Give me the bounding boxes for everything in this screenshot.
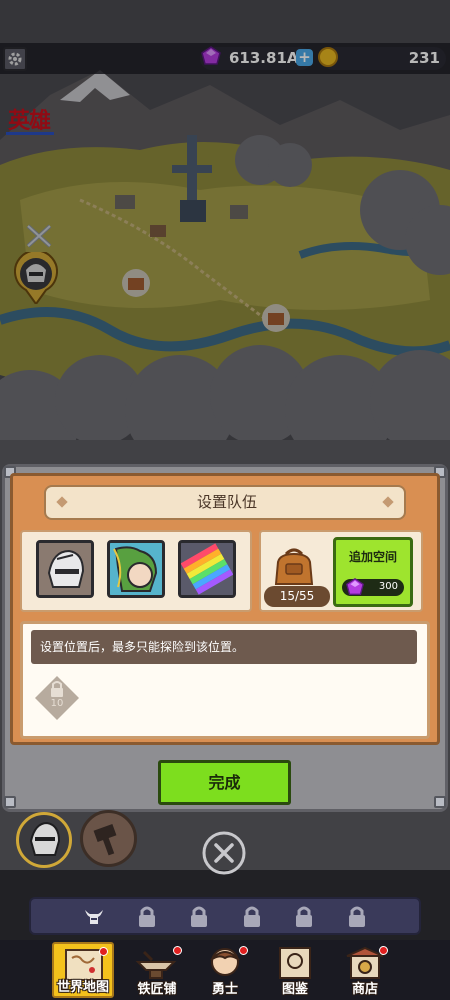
lock-icon	[296, 906, 312, 927]
hero-slot-archer[interactable]	[107, 540, 165, 598]
info-message-bar: 设置位置后，最多只能探险到该位置。	[31, 630, 417, 664]
nav-label: 世界地图	[56, 980, 109, 995]
blacksmith-icon	[135, 950, 177, 979]
gem-icon	[346, 577, 364, 595]
hammer-button[interactable]	[80, 810, 137, 867]
nav-codex[interactable]: 图鉴	[264, 942, 326, 998]
stage-slot-bar	[29, 897, 421, 935]
hammer-icon	[93, 823, 117, 856]
notification-badge	[239, 946, 248, 955]
add-space-cost: 300	[342, 577, 404, 596]
knight-portrait-icon	[29, 821, 61, 856]
dialog-title: 设置队伍	[196, 493, 257, 511]
add-space-button[interactable]: 追加空间 300	[333, 537, 413, 607]
knight-portrait-icon	[39, 543, 91, 595]
notification-badge	[173, 946, 182, 955]
nav-shop[interactable]: 商店	[334, 942, 396, 998]
nav-world-map[interactable]: 世界地图	[52, 942, 114, 998]
lock-icon	[349, 906, 365, 927]
hero-slot-rainbow[interactable]	[178, 540, 236, 598]
nav-label: 商店	[351, 982, 378, 997]
nav-label: 勇士	[211, 982, 238, 997]
locked-slot-level: 10	[50, 698, 64, 709]
done-button[interactable]: 完成	[158, 760, 291, 805]
lock-icon	[139, 906, 155, 927]
horned-helmet-icon[interactable]	[83, 906, 105, 928]
hero-avatar-button[interactable]	[16, 812, 72, 868]
hero-slot-knight[interactable]	[36, 540, 94, 598]
nav-blacksmith[interactable]: 铁匠铺	[126, 942, 188, 998]
notification-badge	[379, 946, 388, 955]
lock-icon	[244, 906, 260, 927]
nav-label: 铁匠铺	[137, 982, 177, 997]
locked-slot: 10	[34, 675, 80, 721]
nav-label: 图鉴	[281, 982, 308, 997]
add-space-label: 追加空间	[348, 550, 397, 564]
rivet-decoration	[434, 796, 446, 808]
backpack-icon	[274, 548, 314, 585]
info-message: 设置位置后，最多只能探险到该位置。	[40, 640, 245, 654]
lock-icon	[191, 906, 207, 927]
codex-icon	[279, 947, 311, 979]
bag-capacity: 15/55	[264, 586, 330, 607]
dialog-title-bar: 设置队伍	[44, 485, 406, 520]
archer-portrait-icon	[110, 543, 162, 595]
rainbow-orb-icon	[181, 543, 233, 595]
nav-warrior[interactable]: 勇士	[194, 942, 256, 998]
notification-badge	[99, 947, 108, 956]
rivet-decoration	[4, 796, 16, 808]
close-button[interactable]	[201, 830, 247, 876]
add-space-cost-value: 300	[378, 581, 398, 592]
